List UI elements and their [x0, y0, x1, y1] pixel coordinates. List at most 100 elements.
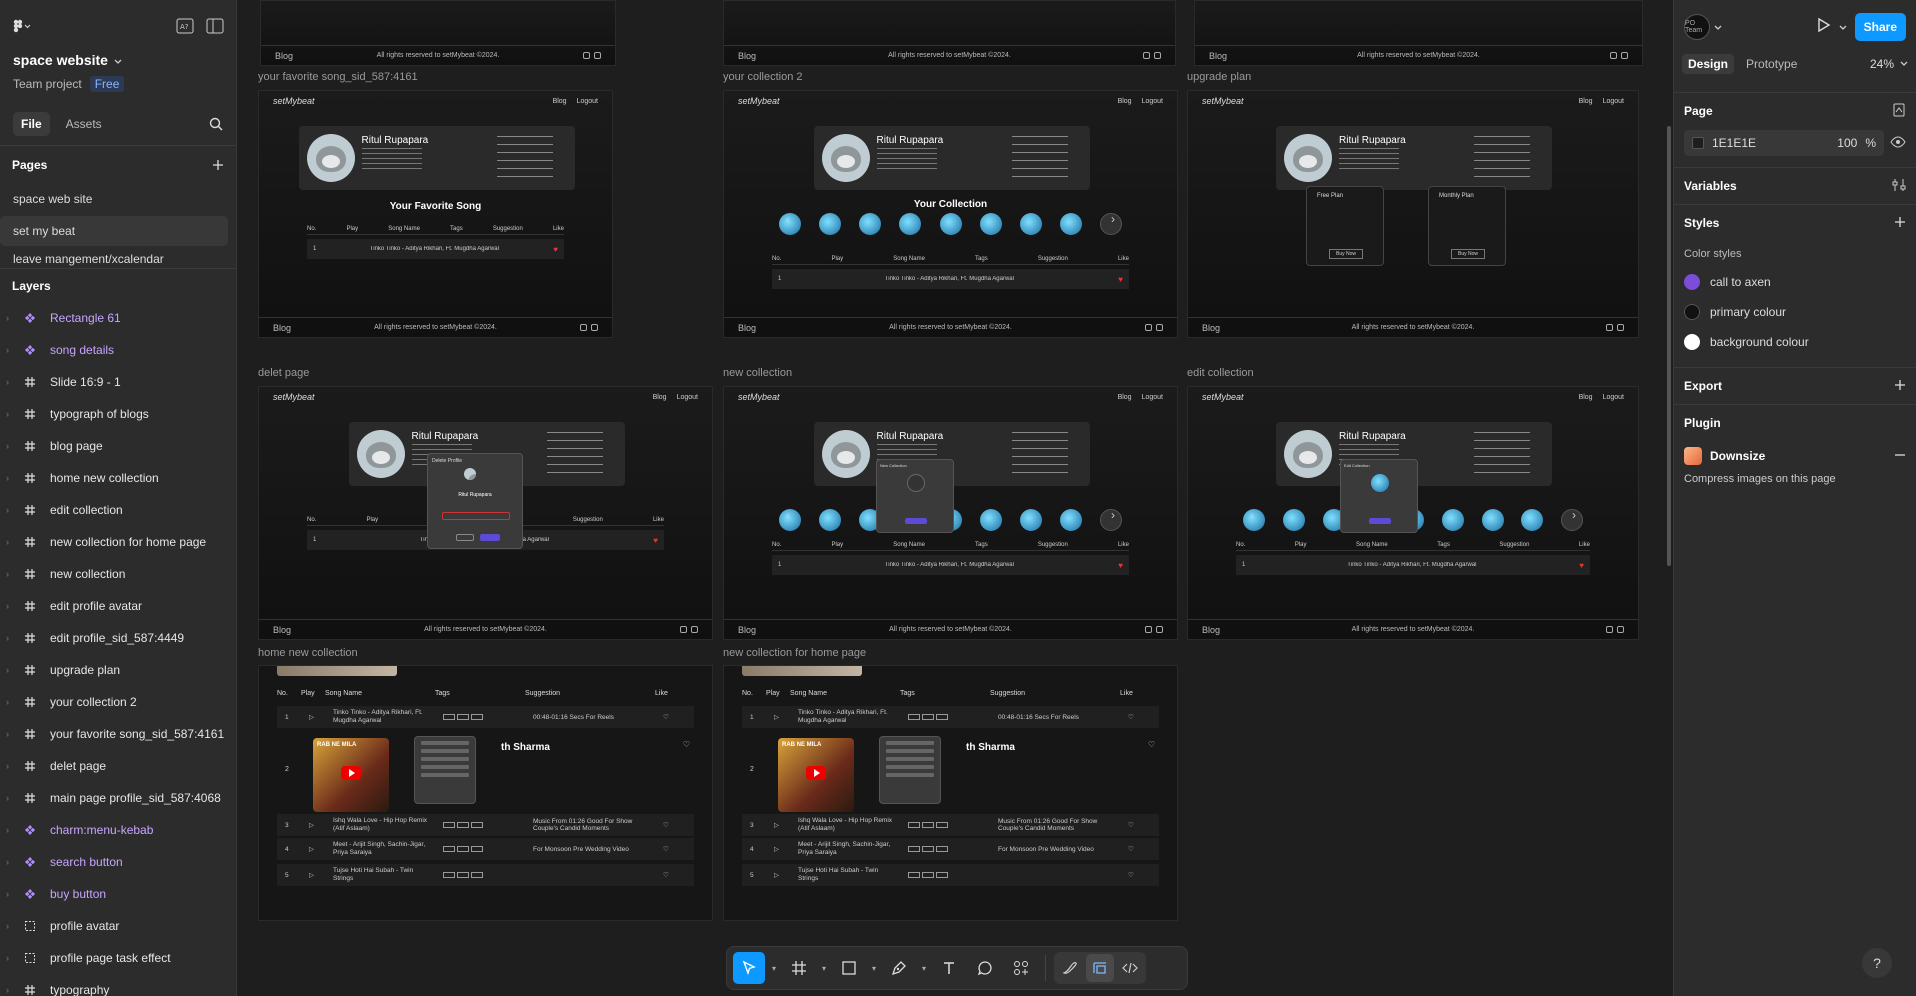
highlight-circle[interactable]	[979, 213, 1002, 235]
layer-item[interactable]: › song details	[0, 334, 236, 366]
zoom-dropdown[interactable]: 24%	[1870, 57, 1908, 71]
present-play-icon[interactable]	[1817, 17, 1831, 38]
chevron-right-icon[interactable]: ›	[6, 697, 16, 707]
layer-item[interactable]: › profile avatar	[0, 910, 236, 942]
highlight-circle[interactable]	[1441, 509, 1464, 531]
save-button[interactable]	[1369, 518, 1391, 524]
layer-item[interactable]: › typograph of blogs	[0, 398, 236, 430]
frame-label[interactable]: your collection 2	[723, 71, 803, 83]
avatar[interactable]: PO Team	[1684, 14, 1710, 40]
popup-option[interactable]	[886, 757, 934, 761]
frame-label[interactable]: your favorite song_sid_587:4161	[258, 71, 418, 83]
frame-delete[interactable]: setMybeat Blog Logout Ritul Rupapara No. Play…	[258, 386, 713, 640]
tab-prototype[interactable]: Prototype	[1740, 54, 1803, 74]
page-color-swatch[interactable]	[1692, 137, 1704, 149]
layer-item[interactable]: › new collection	[0, 558, 236, 590]
heart-icon[interactable]: ♥	[1579, 561, 1584, 570]
layer-item[interactable]: › your collection 2	[0, 686, 236, 718]
chevron-right-icon[interactable]: ›	[6, 729, 16, 739]
chevron-right-icon[interactable]: ›	[6, 505, 16, 515]
play-icon[interactable]: ▷	[774, 821, 788, 829]
layer-item[interactable]: › charm:menu-kebab	[0, 814, 236, 846]
add-page-icon[interactable]	[212, 159, 224, 171]
color-style-item[interactable]: primary colour	[1684, 297, 1906, 327]
popup-option[interactable]	[886, 741, 934, 745]
play-icon[interactable]: ▷	[774, 845, 788, 853]
play-icon[interactable]: ▷	[774, 713, 788, 721]
layer-item[interactable]: › upgrade plan	[0, 654, 236, 686]
frame-newcol[interactable]: setMybeat Blog Logout Ritul Rupapara ‹ › No. Pl…	[723, 386, 1178, 640]
variables-settings-icon[interactable]	[1892, 178, 1906, 195]
popup-option[interactable]	[421, 765, 469, 769]
chevron-left-icon[interactable]: ‹	[786, 508, 790, 522]
chevron-right-icon[interactable]: ›	[6, 761, 16, 771]
layer-item[interactable]: › Rectangle 61	[0, 302, 236, 334]
layer-item[interactable]: › new collection for home page	[0, 526, 236, 558]
layer-item[interactable]: › profile page task effect	[0, 942, 236, 974]
save-button[interactable]	[905, 518, 927, 524]
delete-confirm-input[interactable]	[442, 512, 510, 520]
youtube-play-icon[interactable]	[341, 766, 361, 780]
frame-top-partial[interactable]: Blog All rights reserved to setMybeat ©20…	[260, 0, 616, 66]
help-button[interactable]: ?	[1862, 948, 1892, 978]
search-icon[interactable]	[209, 117, 223, 131]
heart-outline-icon[interactable]: ♡	[1128, 871, 1134, 879]
highlight-circle[interactable]	[1059, 509, 1082, 531]
collection-cover[interactable]	[907, 474, 925, 492]
chevron-right-icon[interactable]: ›	[6, 665, 16, 675]
popup-option[interactable]	[886, 749, 934, 753]
youtube-thumbnail[interactable]: RAB NE MILA	[313, 738, 389, 812]
frame-label[interactable]: delet page	[258, 367, 309, 379]
design-mode-icon[interactable]	[1086, 954, 1114, 982]
heart-icon[interactable]: ♥	[1118, 561, 1123, 570]
layer-item[interactable]: › your favorite song_sid_587:4161	[0, 718, 236, 750]
heart-outline-icon[interactable]: ♡	[663, 845, 669, 853]
popup-option[interactable]	[421, 757, 469, 761]
rectangle-tool-icon[interactable]	[833, 952, 865, 984]
heart-icon[interactable]: ♥	[1118, 275, 1123, 284]
highlight-circle[interactable]	[1282, 509, 1305, 531]
heart-outline-icon[interactable]: ♡	[663, 821, 669, 829]
heart-outline-icon[interactable]: ♡	[1148, 740, 1155, 749]
popup-option[interactable]	[421, 741, 469, 745]
popup-option[interactable]	[421, 749, 469, 753]
highlight-circle[interactable]	[819, 213, 842, 235]
heart-outline-icon[interactable]: ♡	[1128, 821, 1134, 829]
ai-translate-icon[interactable]: A?	[176, 18, 194, 34]
confirm-button[interactable]	[480, 534, 500, 541]
chevron-right-icon[interactable]: ›	[6, 473, 16, 483]
chevron-right-icon[interactable]: ›	[6, 857, 16, 867]
play-icon[interactable]: ▷	[309, 713, 323, 721]
frame-home-new-collection[interactable]: No. Play Song Name Tags Suggestion Like 1 ▷ Tink…	[258, 665, 713, 921]
highlight-circle[interactable]	[1059, 213, 1082, 235]
page-item[interactable]: leave mangement/xcalendar	[0, 248, 228, 266]
highlight-circle[interactable]	[939, 213, 962, 235]
collection-cover[interactable]	[1371, 474, 1389, 492]
chevron-left-icon[interactable]: ‹	[786, 212, 790, 226]
canvas-scrollbar[interactable]	[1667, 126, 1671, 566]
frame-collection[interactable]: setMybeat Blog Logout Ritul Rupapara Your Co…	[723, 90, 1178, 338]
chevron-right-icon[interactable]: ›	[6, 313, 16, 323]
text-tool-icon[interactable]	[933, 952, 965, 984]
chevron-right-icon[interactable]: ›	[6, 889, 16, 899]
page-item[interactable]: space web site	[0, 184, 228, 214]
youtube-thumbnail[interactable]: RAB NE MILA	[778, 738, 854, 812]
chevron-right-icon[interactable]: ›	[6, 569, 16, 579]
plugin-action[interactable]: Compress images on this page	[1684, 473, 1906, 485]
remove-plugin-icon[interactable]	[1894, 449, 1906, 464]
frame-favorite[interactable]: setMybeat Blog Logout Ritul Rupapara Your Fa…	[258, 90, 613, 338]
add-style-icon[interactable]	[1894, 216, 1906, 231]
chevron-right-icon[interactable]: ›	[1572, 508, 1576, 522]
comment-tool-icon[interactable]	[969, 952, 1001, 984]
tab-file[interactable]: File	[13, 111, 50, 136]
heart-outline-icon[interactable]: ♡	[663, 871, 669, 879]
frame-new-collection-home[interactable]: No. Play Song Name Tags Suggestion Like 1 ▷ Tink…	[723, 665, 1178, 921]
chevron-right-icon[interactable]: ›	[6, 921, 16, 931]
highlight-circle[interactable]	[899, 213, 922, 235]
move-tool-icon[interactable]	[733, 952, 765, 984]
layer-item[interactable]: › edit profile_sid_587:4449	[0, 622, 236, 654]
chevron-right-icon[interactable]: ›	[6, 953, 16, 963]
chevron-right-icon[interactable]: ›	[6, 345, 16, 355]
share-button[interactable]: Share	[1854, 13, 1906, 41]
chevron-right-icon[interactable]: ›	[6, 985, 16, 995]
